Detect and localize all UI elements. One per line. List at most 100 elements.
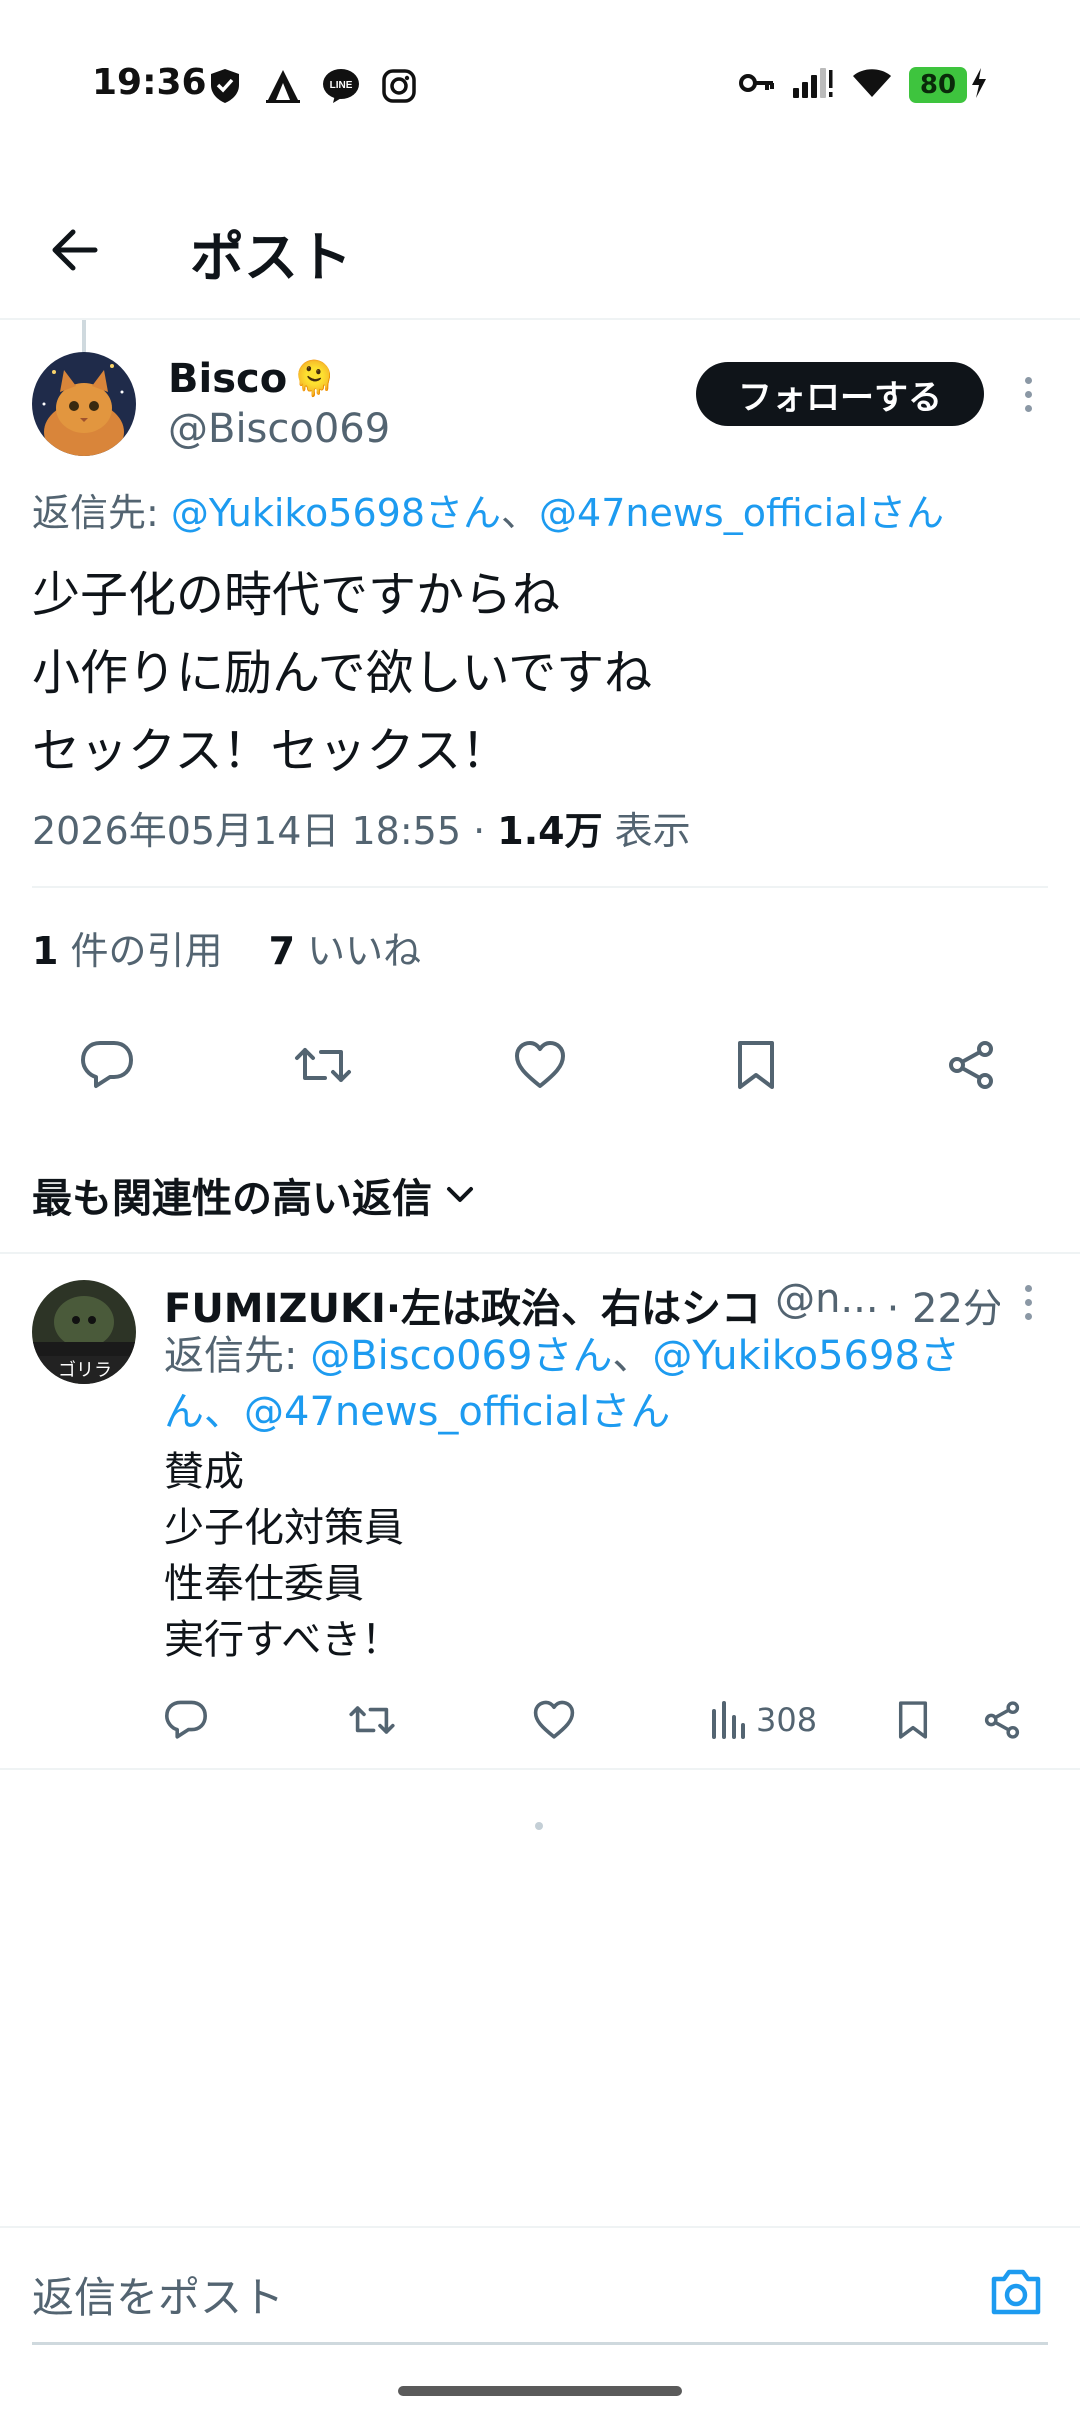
divider: [0, 1768, 1080, 1770]
quotes-label: 件の引用: [58, 929, 223, 973]
arrow-left-icon: [52, 229, 98, 271]
reply-to-prefix: 返信先:: [32, 491, 171, 535]
follow-button[interactable]: フォローする: [696, 362, 984, 426]
engagement-stats: 1 件の引用 7 いいね: [32, 920, 421, 975]
mention-link[interactable]: @47news_officialさん: [539, 491, 944, 535]
post-body: 少子化の時代ですからね 小作りに励んで欲しいですね セックス！セックス！: [32, 556, 652, 790]
composer-underline: [32, 2342, 1048, 2345]
back-button[interactable]: [40, 215, 110, 285]
reply-bookmark-button[interactable]: [896, 1690, 930, 1750]
likes-label: いいね: [295, 929, 422, 973]
divider: [0, 1252, 1080, 1254]
quotes-count: 1: [32, 929, 59, 973]
likes-count: 7: [268, 929, 296, 973]
reply-share-button[interactable]: [982, 1690, 1022, 1750]
mention-link[interactable]: @Yukiko5698さん: [171, 491, 501, 535]
mention-link[interactable]: @Bisco069さん: [310, 1333, 612, 1379]
mention-link[interactable]: @Yukiko5698さ: [652, 1333, 959, 1379]
replies-sort-dropdown[interactable]: 最も関連性の高い返信: [32, 1166, 474, 1224]
author-name[interactable]: Bisco 🫠: [168, 356, 336, 402]
dot-icon: [1024, 390, 1032, 398]
mention-separator: 、: [501, 491, 540, 535]
views-count: 1.4万: [497, 809, 603, 853]
analytics-icon: [712, 1701, 745, 1739]
reply-time[interactable]: · 22分: [887, 1276, 1000, 1334]
battery-level: 80: [909, 67, 967, 103]
svg-text:LINE: LINE: [330, 80, 353, 91]
reply-more-options-button[interactable]: [1008, 1272, 1048, 1332]
reply-reply-to: 返信先: @Bisco069さん、@Yukiko5698さん、@47news_o…: [164, 1328, 1004, 1440]
battery-indicator: 80: [909, 67, 988, 103]
camera-button[interactable]: [984, 2260, 1048, 2324]
vpn-key-icon: [739, 71, 775, 99]
reply-views-button[interactable]: 308: [710, 1690, 817, 1750]
reply-views-count: 308: [756, 1701, 818, 1739]
dot-icon: [1024, 1284, 1032, 1292]
reply-body-line: 実行すべき！: [164, 1617, 402, 1663]
reply-body-line: 少子化対策員: [164, 1505, 404, 1551]
dot-icon: [1024, 404, 1032, 412]
dot-icon: [1024, 1298, 1032, 1306]
reply-author-handle[interactable]: @n...: [775, 1276, 879, 1334]
post-more-options-button[interactable]: [1008, 364, 1048, 424]
status-right-icons: 80: [739, 66, 988, 104]
dot-icon: [1024, 1312, 1032, 1320]
reply-composer-input[interactable]: 返信をポスト: [32, 2264, 284, 2325]
author-avatar[interactable]: [32, 352, 136, 456]
mention-separator: 、: [612, 1333, 653, 1379]
reply-author-avatar[interactable]: ゴリラ: [32, 1280, 136, 1384]
status-bar: 19:36 LINE 80: [0, 0, 1080, 175]
bookmark-button[interactable]: [721, 1030, 791, 1100]
like-button[interactable]: [505, 1030, 575, 1100]
repost-button[interactable]: [288, 1030, 358, 1100]
likes-stat[interactable]: 7 いいね: [269, 929, 422, 973]
bookmark-icon: [738, 1041, 774, 1089]
bookmark-icon: [898, 1701, 928, 1739]
reply-to-prefix: 返信先:: [164, 1333, 311, 1379]
chevron-down-icon: [447, 1187, 473, 1202]
reply-author-name[interactable]: FUMIZUKI·左は政治、右はシコ: [164, 1276, 761, 1334]
home-indicator[interactable]: [398, 2386, 682, 2396]
reply-repost-button[interactable]: [348, 1690, 396, 1750]
post-body-line: 少子化の時代ですからね: [32, 567, 561, 623]
quotes-stat[interactable]: 1 件の引用: [32, 929, 223, 973]
camp-icon: [263, 66, 303, 106]
share-button[interactable]: [936, 1030, 1006, 1100]
charging-icon: [970, 67, 988, 103]
author-name-text: Bisco: [168, 356, 288, 402]
thread-connector-line: [82, 320, 86, 354]
comment-icon: [81, 1041, 133, 1088]
post-body-line: 小作りに励んで欲しいですね: [32, 645, 653, 701]
loading-indicator: [535, 1822, 543, 1830]
reply-composer: 返信をポスト: [0, 2226, 1080, 2346]
reply-button[interactable]: [72, 1030, 142, 1100]
post-reply-to: 返信先: @Yukiko5698さん、@47news_officialさん: [32, 482, 944, 537]
reply-reply-button[interactable]: [164, 1690, 208, 1750]
wifi-icon: [851, 67, 893, 103]
post-timestamp[interactable]: 2026年05月14日 18:55: [32, 809, 461, 853]
replies-sort-label: 最も関連性の高い返信: [32, 1176, 432, 1222]
page-title: ポスト: [190, 226, 352, 289]
heart-icon: [533, 1700, 575, 1739]
repost-icon: [349, 1706, 395, 1734]
comment-icon: [165, 1700, 208, 1739]
repost-icon: [295, 1048, 351, 1082]
heart-icon: [515, 1041, 565, 1088]
author-handle[interactable]: @Bisco069: [168, 406, 390, 452]
post-meta: 2026年05月14日 18:55 · 1.4万 表示: [32, 800, 691, 855]
shield-icon: [205, 66, 245, 106]
reply-like-button[interactable]: [532, 1690, 576, 1750]
status-left-icons: LINE: [205, 66, 419, 106]
share-icon: [949, 1041, 993, 1089]
avatar-caption: ゴリラ: [58, 1360, 112, 1381]
meta-separator: ·: [461, 809, 498, 853]
reply-body-line: 賛成: [164, 1449, 244, 1495]
camera-icon: [991, 2269, 1041, 2315]
share-icon: [984, 1701, 1020, 1739]
author-name-emoji: 🫠: [293, 359, 336, 399]
top-app-bar: ポスト: [0, 175, 1080, 320]
divider: [32, 886, 1048, 888]
reply-body: 賛成 少子化対策員 性奉仕委員 実行すべき！: [164, 1444, 404, 1668]
mention-link[interactable]: ん、@47news_officialさん: [164, 1389, 670, 1435]
post-action-bar: [0, 1030, 1080, 1100]
